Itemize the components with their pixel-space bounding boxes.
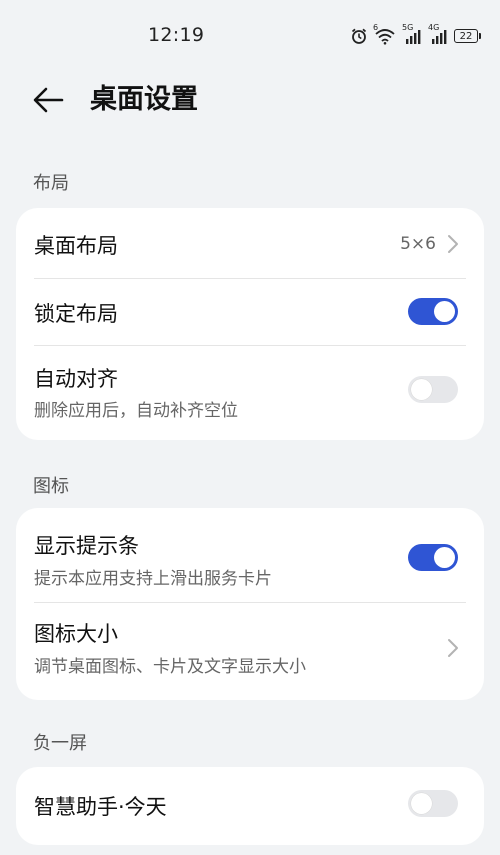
- row-title: 自动对齐: [34, 367, 118, 391]
- wifi-icon: 6: [373, 23, 396, 45]
- section-title-layout: 布局: [33, 173, 69, 194]
- wifi-badge: 6: [373, 23, 379, 32]
- smart-assistant-toggle[interactable]: [408, 790, 458, 817]
- status-bar: 12:19 6 5G 4G 22: [0, 0, 500, 70]
- show-hint-bar-toggle[interactable]: [408, 544, 458, 571]
- network-label-4g: 4G: [428, 23, 440, 32]
- row-subtitle: 删除应用后，自动补齐空位: [34, 401, 238, 421]
- row-title: 显示提示条: [34, 534, 139, 558]
- row-title: 桌面布局: [34, 234, 118, 258]
- row-subtitle: 调节桌面图标、卡片及文字显示大小: [34, 657, 306, 677]
- row-title: 图标大小: [34, 622, 118, 646]
- chevron-right-icon: [448, 235, 458, 253]
- row-auto-align[interactable]: 自动对齐 删除应用后，自动补齐空位: [16, 345, 484, 440]
- toggle-knob: [411, 379, 432, 400]
- row-smart-assistant[interactable]: 智慧助手·今天: [16, 767, 484, 845]
- row-value: 5×6: [400, 234, 436, 254]
- signal-4g-icon: 4G: [428, 23, 448, 45]
- network-label-5g: 5G: [402, 23, 414, 32]
- battery-level: 22: [459, 30, 473, 42]
- status-icons: 6 5G 4G 22: [350, 23, 481, 46]
- back-button[interactable]: [28, 82, 68, 118]
- icons-card: 显示提示条 提示本应用支持上滑出服务卡片 图标大小 调节桌面图标、卡片及文字显示…: [16, 508, 484, 700]
- section-title-icons: 图标: [33, 476, 69, 497]
- toggle-knob: [411, 793, 432, 814]
- row-show-hint-bar[interactable]: 显示提示条 提示本应用支持上滑出服务卡片: [16, 508, 484, 602]
- battery-icon: 22: [454, 29, 481, 43]
- signal-5g-icon: 5G: [402, 23, 422, 45]
- layout-card: 桌面布局 5×6 锁定布局 自动对齐 删除应用后，自动补齐空位: [16, 208, 484, 440]
- auto-align-toggle[interactable]: [408, 376, 458, 403]
- toggle-knob: [434, 301, 455, 322]
- row-desktop-layout[interactable]: 桌面布局 5×6: [16, 208, 484, 278]
- row-title: 锁定布局: [34, 302, 118, 326]
- chevron-right-icon: [448, 639, 458, 657]
- row-icon-size[interactable]: 图标大小 调节桌面图标、卡片及文字显示大小: [16, 602, 484, 700]
- section-title-minus-one-screen: 负一屏: [33, 733, 87, 754]
- status-time: 12:19: [148, 24, 205, 46]
- toggle-knob: [434, 547, 455, 568]
- row-title: 智慧助手·今天: [34, 795, 167, 819]
- lock-layout-toggle[interactable]: [408, 298, 458, 325]
- alarm-icon: [350, 27, 368, 45]
- row-lock-layout[interactable]: 锁定布局: [16, 278, 484, 345]
- header: 桌面设置: [0, 72, 500, 128]
- row-subtitle: 提示本应用支持上滑出服务卡片: [34, 569, 272, 589]
- minus-one-screen-card: 智慧助手·今天: [16, 767, 484, 845]
- back-arrow-icon: [33, 87, 64, 113]
- page-title: 桌面设置: [90, 84, 198, 115]
